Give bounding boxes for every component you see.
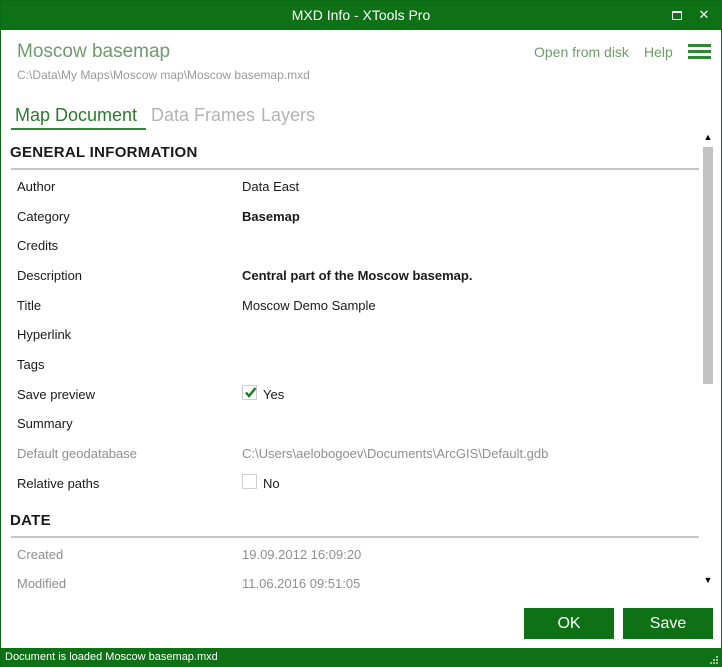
label-hyperlink: Hyperlink (17, 327, 72, 342)
value-default-geodatabase: C:\Users\aelobogoev\Documents\ArcGIS\Def… (242, 446, 549, 461)
label-relative-paths: Relative paths (17, 476, 100, 491)
vertical-scrollbar[interactable]: ▲ ▼ (701, 132, 715, 592)
tab-map-document[interactable]: Map Document (15, 105, 137, 126)
status-bar: Document is loaded Moscow basemap.mxd (1, 648, 721, 667)
document-title: Moscow basemap (17, 41, 171, 62)
relative-paths-text: No (263, 476, 280, 491)
document-path: C:\Data\My Maps\Moscow map\Moscow basema… (17, 68, 310, 82)
active-tab-underline (11, 128, 146, 130)
section-divider (11, 168, 699, 170)
relative-paths-checkbox[interactable] (242, 474, 257, 489)
tab-layers[interactable]: Layers (261, 105, 315, 126)
maximize-icon[interactable] (667, 5, 687, 25)
close-icon[interactable]: ✕ (694, 5, 714, 25)
value-category[interactable]: Basemap (242, 209, 300, 224)
help-link[interactable]: Help (644, 44, 673, 60)
ok-button[interactable]: OK (524, 608, 614, 639)
save-preview-text: Yes (263, 387, 285, 402)
label-created: Created (17, 547, 64, 562)
hamburger-menu-icon[interactable] (688, 44, 711, 60)
label-title: Title (17, 298, 42, 313)
value-modified: 11.06.2016 09:51:05 (242, 576, 361, 591)
value-description[interactable]: Central part of the Moscow basemap. (242, 268, 472, 283)
open-from-disk-link[interactable]: Open from disk (534, 44, 629, 60)
label-tags: Tags (17, 357, 45, 372)
value-created: 19.09.2012 16:09:20 (242, 547, 362, 562)
label-modified: Modified (17, 576, 67, 591)
title-bar: MXD Info - XTools Pro ✕ (1, 1, 721, 30)
tab-data-frames[interactable]: Data Frames (151, 105, 255, 126)
scrollbar-thumb[interactable] (703, 147, 713, 384)
label-description: Description (17, 268, 83, 283)
label-save-preview: Save preview (17, 387, 96, 402)
status-text: Document is loaded Moscow basemap.mxd (5, 651, 218, 663)
checkmark-icon (245, 387, 257, 398)
label-category: Category (17, 209, 70, 224)
section-title-general: GENERAL INFORMATION (10, 144, 198, 161)
resize-grip-icon[interactable] (709, 655, 719, 665)
save-button[interactable]: Save (623, 608, 713, 639)
scroll-up-arrow-icon[interactable]: ▲ (701, 132, 715, 144)
section-title-date: DATE (10, 512, 51, 529)
properties-panel: GENERAL INFORMATION Author Data East Cat… (1, 139, 701, 599)
section-divider (11, 536, 699, 538)
value-title[interactable]: Moscow Demo Sample (242, 298, 376, 313)
scroll-down-arrow-icon[interactable]: ▼ (701, 575, 715, 587)
label-default-geodatabase: Default geodatabase (17, 446, 137, 461)
mxd-info-window: MXD Info - XTools Pro ✕ Moscow basemap C… (0, 0, 722, 667)
save-preview-checkbox[interactable] (242, 385, 257, 400)
label-author: Author (17, 179, 56, 194)
value-author[interactable]: Data East (242, 179, 299, 194)
label-summary: Summary (17, 416, 73, 431)
window-title: MXD Info - XTools Pro (291, 7, 431, 23)
label-credits: Credits (17, 238, 59, 253)
